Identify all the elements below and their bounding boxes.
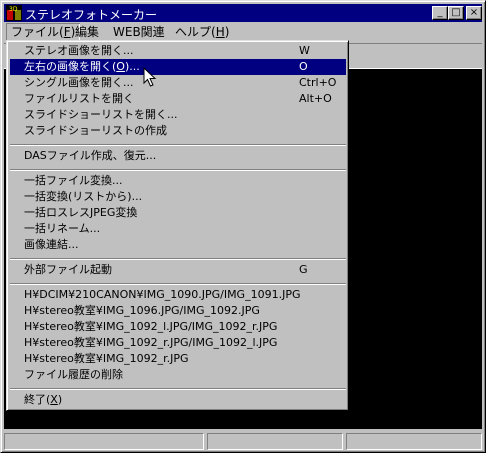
minimize-icon: _ — [437, 7, 443, 18]
menu-item-recent-file[interactable]: H¥DCIM¥210CANON¥IMG_1090.JPG/IMG_1091.JP… — [10, 287, 346, 303]
svg-text:3D: 3D — [9, 6, 18, 13]
menu-item-shortcut: Alt+O — [299, 92, 332, 105]
menu-item-label: 一括リネーム... — [24, 222, 101, 235]
menu-separator — [10, 169, 346, 171]
menu-item-external-launch[interactable]: 外部ファイル起動 G — [10, 262, 346, 278]
menu-item-mnemonic: O — [116, 60, 125, 73]
minimize-button[interactable]: _ — [432, 6, 448, 20]
file-menu-dropdown: ステレオ画像を開く... W 左右の画像を開く(O)... O シングル画像を開… — [6, 40, 349, 411]
title-bar: 3D ステレオフォトメーカー _ □ × — [4, 4, 482, 22]
menu-item-label: シングル画像を開く... — [24, 76, 134, 89]
menu-separator — [10, 258, 346, 260]
menu-item-open-left-right[interactable]: 左右の画像を開く(O)... O — [10, 59, 346, 75]
menu-item-open-single[interactable]: シングル画像を開く... Ctrl+O — [10, 75, 346, 91]
menu-item-label: DASファイル作成、復元... — [24, 149, 157, 162]
menu-item-recent-file[interactable]: H¥stereo教室¥IMG_1092_r.JPG — [10, 351, 346, 367]
menu-help-label-end: ) — [224, 25, 230, 39]
menu-item-label-end: )... — [124, 60, 140, 73]
close-button[interactable]: × — [466, 6, 482, 20]
recent-file-label: H¥stereo教室¥IMG_1092_l.JPG/IMG_1092_r.JPG — [24, 320, 278, 333]
menu-item-label: スライドショーリストの作成 — [24, 124, 167, 137]
menu-item-label: 一括変換(リストから)... — [24, 190, 143, 203]
menu-item-batch-lossless-jpeg[interactable]: 一括ロスレスJPEG変換 — [10, 205, 346, 221]
menu-item-label: 外部ファイル起動 — [24, 263, 112, 276]
menu-item-recent-file[interactable]: H¥stereo教室¥IMG_1092_r.JPG/IMG_1092_l.JPG — [10, 335, 346, 351]
menu-item-label: ファイル履歴の削除 — [24, 368, 123, 381]
menu-item-shortcut: Ctrl+O — [299, 76, 337, 89]
mouse-pointer-icon — [143, 67, 157, 87]
menu-item-label: 画像連結... — [24, 238, 79, 251]
menu-item-batch-rename[interactable]: 一括リネーム... — [10, 221, 346, 237]
status-pane-1 — [4, 433, 204, 450]
app-icon: 3D — [6, 5, 22, 21]
menu-item-label: 一括ファイル変換... — [24, 174, 123, 187]
menu-item-create-slideshow[interactable]: スライドショーリストの作成 — [10, 123, 346, 139]
menu-item-label: 終了(X) — [24, 392, 62, 408]
menu-file-label: ファイル( — [11, 25, 64, 39]
menu-item-shortcut: O — [299, 60, 308, 73]
status-pane-3 — [346, 433, 482, 450]
window-title: ステレオフォトメーカー — [25, 8, 158, 22]
menu-separator — [10, 283, 346, 285]
menu-item-exit[interactable]: 終了(X) — [10, 392, 346, 408]
recent-file-label: H¥stereo教室¥IMG_1092_r.JPG — [24, 352, 189, 365]
menu-item-label: 一括ロスレスJPEG変換 — [24, 206, 138, 219]
menu-item-batch-convert-list[interactable]: 一括変換(リストから)... — [10, 189, 346, 205]
menu-item-open-filelist[interactable]: ファイルリストを開く Alt+O — [10, 91, 346, 107]
menu-item-open-slideshow[interactable]: スライドショーリストを開く... — [10, 107, 346, 123]
menu-item-recent-file[interactable]: H¥stereo教室¥IMG_1096.JPG/IMG_1092.JPG — [10, 303, 346, 319]
maximize-icon: □ — [451, 7, 461, 18]
recent-file-label: H¥DCIM¥210CANON¥IMG_1090.JPG/IMG_1091.JP… — [24, 288, 301, 301]
menu-item-label-text: 左右の画像を開く( — [24, 60, 117, 73]
menu-item-open-stereo[interactable]: ステレオ画像を開く... W — [10, 43, 346, 59]
recent-file-label: H¥stereo教室¥IMG_1096.JPG/IMG_1092.JPG — [24, 304, 260, 317]
menu-separator — [10, 144, 346, 146]
menu-item-shortcut: G — [299, 263, 308, 276]
menu-item-shortcut: W — [299, 44, 310, 57]
menu-item-image-join[interactable]: 画像連結... — [10, 237, 346, 253]
menu-item-recent-file[interactable]: H¥stereo教室¥IMG_1092_l.JPG/IMG_1092_r.JPG — [10, 319, 346, 335]
menu-separator — [10, 388, 346, 390]
menu-item-mnemonic: X — [50, 393, 58, 406]
menu-item-batch-convert[interactable]: 一括ファイル変換... — [10, 173, 346, 189]
menu-item-clear-history[interactable]: ファイル履歴の削除 — [10, 367, 346, 383]
recent-file-label: H¥stereo教室¥IMG_1092_r.JPG/IMG_1092_l.JPG — [24, 336, 278, 349]
maximize-button[interactable]: □ — [448, 6, 464, 20]
status-bar — [4, 431, 482, 451]
menu-item-label-text: 終了( — [24, 393, 51, 406]
menu-item-label-end: ) — [57, 393, 63, 406]
menu-help-mnemonic: H — [215, 25, 225, 39]
status-pane-2 — [207, 433, 343, 450]
menu-item-das-file[interactable]: DASファイル作成、復元... — [10, 148, 346, 164]
close-icon: × — [469, 7, 479, 18]
menu-item-label: スライドショーリストを開く... — [24, 108, 178, 121]
menu-item-label: ファイルリストを開く — [24, 92, 134, 105]
menu-item-label: 左右の画像を開く(O)... — [24, 59, 140, 75]
menu-help-label: ヘルプ( — [175, 25, 216, 39]
menu-item-label: ステレオ画像を開く... — [24, 44, 134, 57]
